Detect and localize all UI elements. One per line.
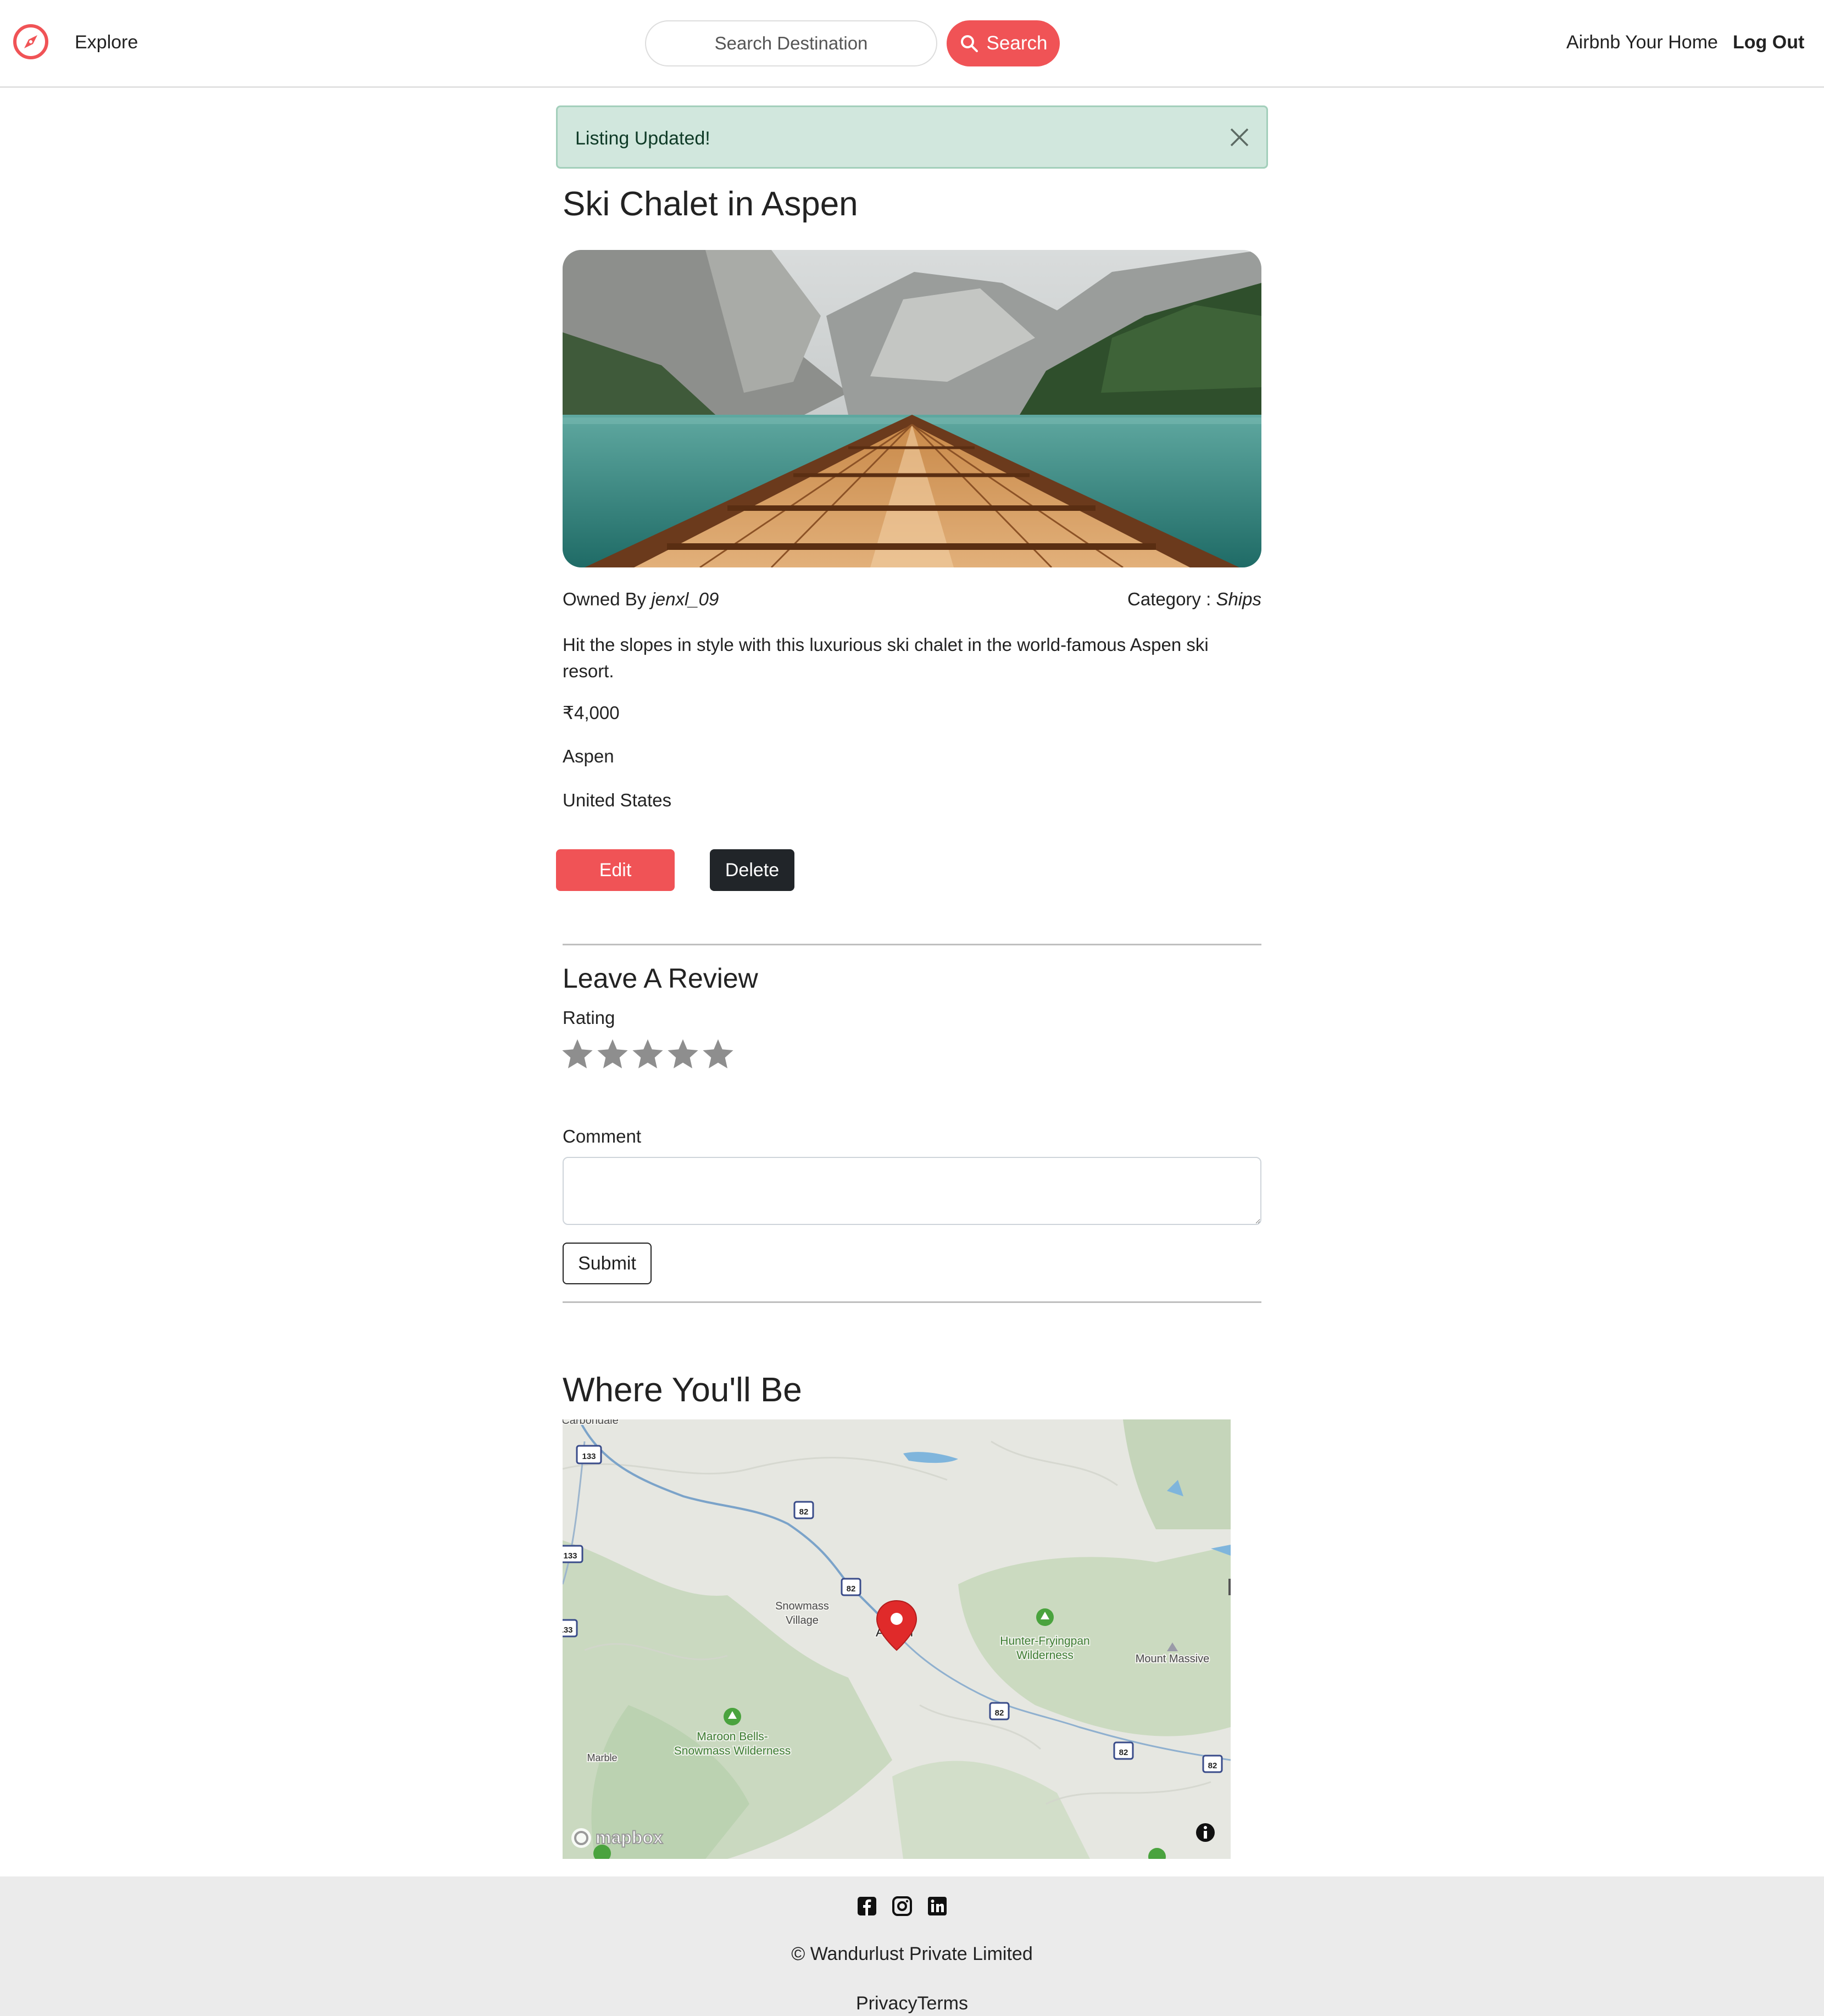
svg-text:82: 82: [799, 1507, 809, 1517]
search-input[interactable]: [645, 20, 937, 66]
info-icon: [1196, 1823, 1215, 1842]
divider: [563, 944, 1261, 945]
close-icon[interactable]: [1228, 126, 1251, 149]
edit-button[interactable]: Edit: [556, 849, 675, 891]
search-button[interactable]: Search: [947, 20, 1060, 66]
review-heading: Leave A Review: [563, 963, 758, 994]
success-alert: Listing Updated!: [556, 105, 1268, 169]
star-icon[interactable]: [631, 1037, 665, 1071]
svg-text:133: 133: [563, 1551, 577, 1561]
owner-name: jenxl_09: [651, 589, 719, 609]
map-label-carbondale: Carbondale: [563, 1419, 619, 1427]
listing-price: ₹4,000: [563, 703, 620, 723]
map-heading: Where You'll Be: [563, 1371, 802, 1409]
svg-text:133: 133: [563, 1625, 573, 1635]
star-icon[interactable]: [701, 1037, 735, 1071]
instagram-icon[interactable]: [892, 1896, 912, 1916]
mapbox-logo-icon: mapbox: [571, 1827, 664, 1848]
navbar: Explore Search Airbnb Your Home Log Out: [0, 0, 1824, 88]
map-label-mount-massive: Mount Massive: [1136, 1653, 1210, 1665]
star-icon[interactable]: [666, 1037, 700, 1071]
map-label-marble: Marble: [587, 1752, 617, 1763]
listing-description: Hit the slopes in style with this luxuri…: [563, 634, 1209, 681]
location-map[interactable]: 133 82 82 133 133 82 82 82 Carbondale Sn…: [563, 1419, 1231, 1859]
svg-text:82: 82: [847, 1584, 856, 1594]
comment-textarea[interactable]: [563, 1157, 1261, 1225]
submit-review-button[interactable]: Submit: [563, 1243, 652, 1284]
rating-label: Rating: [563, 1007, 615, 1028]
divider: [563, 1301, 1261, 1303]
map-label-wilderness: Wilderness: [1016, 1649, 1074, 1662]
social-links: [857, 1896, 947, 1916]
svg-text:133: 133: [582, 1452, 596, 1461]
svg-text:82: 82: [1119, 1748, 1128, 1757]
category-line: Category : Ships: [1127, 589, 1261, 610]
category-label: Category :: [1127, 589, 1211, 609]
category-value: Ships: [1216, 589, 1261, 609]
star-icon[interactable]: [596, 1037, 630, 1071]
nav-explore-link[interactable]: Explore: [75, 32, 138, 53]
svg-text:82: 82: [1208, 1761, 1217, 1770]
footer-links[interactable]: PrivacyTerms: [0, 1993, 1824, 2014]
logout-link[interactable]: Log Out: [1733, 32, 1804, 53]
compass-icon[interactable]: [12, 23, 49, 60]
owned-by-label: Owned By: [563, 589, 647, 609]
map-label-snowmass-village: Village: [786, 1614, 819, 1627]
linkedin-icon[interactable]: [927, 1896, 947, 1916]
footer: © Wandurlust Private Limited PrivacyTerm…: [0, 1876, 1824, 2016]
facebook-icon[interactable]: [857, 1896, 877, 1916]
map-label-hunter-fryingpan: Hunter-Fryingpan: [1000, 1635, 1089, 1647]
copyright-text: © Wandurlust Private Limited: [791, 1943, 1033, 1964]
listing-image: [563, 250, 1261, 567]
star-rating: [560, 1037, 735, 1071]
map-label-snowmass-wilderness: Snowmass Wilderness: [674, 1745, 791, 1757]
alert-message: Listing Updated!: [575, 128, 710, 149]
svg-text:82: 82: [995, 1708, 1004, 1718]
svg-text:mapbox: mapbox: [596, 1828, 663, 1847]
airbnb-your-home-link[interactable]: Airbnb Your Home: [1566, 32, 1718, 53]
owner-line: Owned By jenxl_09: [563, 589, 719, 610]
search-icon: [960, 35, 978, 52]
star-icon[interactable]: [560, 1037, 594, 1071]
comment-label: Comment: [563, 1126, 642, 1146]
search-button-label: Search: [986, 32, 1048, 54]
listing-location: Aspen: [563, 746, 614, 766]
map-label-maroon-bells: Maroon Bells-: [697, 1730, 768, 1743]
listing-country: United States: [563, 790, 672, 810]
map-label-snowmass: Snowmass: [775, 1600, 829, 1612]
listing-title: Ski Chalet in Aspen: [563, 185, 858, 223]
delete-button[interactable]: Delete: [710, 849, 794, 891]
